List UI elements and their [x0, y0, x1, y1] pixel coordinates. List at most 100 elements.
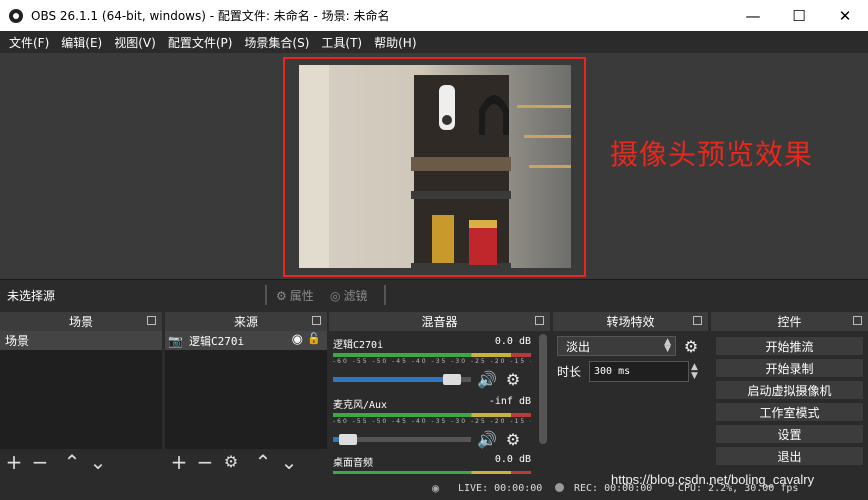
duration-input[interactable]: 300 ms — [589, 361, 690, 382]
lock-icon[interactable]: 🔓 — [307, 332, 321, 345]
speaker-icon[interactable]: 🔊 — [477, 369, 497, 389]
menu-bar: 文件(F) 编辑(E) 视图(V) 配置文件(P) 场景集合(S) 工具(T) … — [0, 31, 868, 53]
exit-button[interactable]: 退出 — [715, 446, 864, 466]
channel-settings-gear-icon[interactable]: ⚙ — [503, 429, 523, 449]
mixer-dock-header: 混音器 ▫ — [329, 312, 550, 331]
remove-source-button[interactable]: − — [195, 452, 215, 472]
undock-icon[interactable]: ▫ — [312, 316, 321, 325]
camera-source-icon: 📷 — [168, 333, 183, 348]
scene-list-item[interactable]: 场景 — [0, 331, 162, 350]
settings-button[interactable]: 设置 — [715, 424, 864, 444]
filters-button[interactable]: ◎ 滤镜 — [330, 287, 368, 304]
minimize-button[interactable]: — — [730, 0, 776, 31]
watermark-url: https://blog.csdn.net/boling_cavalry — [611, 472, 815, 487]
volume-meter — [333, 413, 531, 417]
source-properties-gear-icon[interactable]: ⚙ — [221, 452, 241, 472]
source-name: 逻辑C270i — [188, 334, 245, 348]
studio-mode-button[interactable]: 工作室模式 — [715, 402, 864, 422]
volume-fill — [333, 376, 452, 382]
undock-icon[interactable]: ▫ — [853, 316, 862, 325]
preview-area[interactable]: 摄像头预览效果 — [0, 53, 868, 279]
mixer-channel: 麦克风/Aux -inf dB -60 -55 -50 -45 -40 -35 … — [333, 396, 531, 449]
sources-list: 📷 逻辑C270i ◉ 🔓 — [165, 331, 327, 449]
mixer-title: 混音器 — [421, 315, 458, 329]
scenes-toolbar: + − ⌃ ⌄ — [0, 449, 162, 475]
volume-slider[interactable] — [333, 433, 471, 445]
start-streaming-button[interactable]: 开始推流 — [715, 336, 864, 356]
no-source-selected-label: 未选择源 — [7, 288, 56, 303]
mixer-scrollbar[interactable] — [539, 334, 547, 444]
scenes-title: 场景 — [68, 315, 93, 329]
source-context-bar: 未选择源 ⚙ 属性 ◎ 滤镜 — [0, 279, 868, 310]
source-list-item[interactable]: 📷 逻辑C270i ◉ 🔓 — [165, 331, 327, 350]
menu-view[interactable]: 视图(V) — [108, 34, 162, 51]
volume-slider[interactable] — [333, 373, 471, 385]
transitions-title: 转场特效 — [606, 315, 655, 329]
move-up-button[interactable]: ⌃ — [62, 452, 82, 472]
sources-dock-header: 来源 ▫ — [165, 312, 327, 331]
menu-scene-collection[interactable]: 场景集合(S) — [238, 34, 315, 51]
transitions-dock: 转场特效 ▫ 淡出 ▲▼ ⚙ 时长 300 ms ▲▼ — [553, 312, 708, 475]
duration-row: 时长 300 ms ▲ ▼ — [557, 361, 698, 382]
meter-scale: -60 -55 -50 -45 -40 -35 -30 -25 -20 -15 … — [333, 418, 531, 425]
menu-edit[interactable]: 编辑(E) — [55, 34, 108, 51]
controls-dock: 控件 ▫ 开始推流 开始录制 启动虚拟摄像机 工作室模式 设置 退出 — [711, 312, 868, 475]
start-recording-button[interactable]: 开始录制 — [715, 358, 864, 378]
undock-icon[interactable]: ▫ — [147, 316, 156, 325]
live-broadcast-icon: ◉ — [432, 481, 440, 495]
window-controls: — ☐ ✕ — [730, 0, 868, 31]
gear-icon: ⚙ — [276, 288, 287, 303]
scenes-dock: 场景 ▫ 场景 + − ⌃ ⌄ — [0, 312, 162, 475]
volume-meter — [333, 353, 531, 357]
controls-dock-header: 控件 ▫ — [711, 312, 868, 331]
duration-value: 300 ms — [594, 366, 631, 377]
mixer-channel: 逻辑C270i 0.0 dB -60 -55 -50 -45 -40 -35 -… — [333, 336, 531, 389]
undock-icon[interactable]: ▫ — [535, 316, 544, 325]
mixer-channel: 桌面音频 0.0 dB -60 -55 -50 -45 -40 -35 -30 … — [333, 454, 531, 474]
add-source-button[interactable]: + — [169, 452, 189, 472]
maximize-button[interactable]: ☐ — [776, 0, 822, 31]
channel-db: 0.0 dB — [494, 336, 531, 347]
move-down-button[interactable]: ⌄ — [279, 452, 299, 472]
sources-dock: 来源 ▫ 📷 逻辑C270i ◉ 🔓 + − ⚙ ⌃ ⌄ — [165, 312, 327, 475]
divider — [265, 285, 267, 305]
scene-name: 场景 — [5, 334, 30, 348]
dropdown-arrows-icon: ▲ ▼ — [664, 337, 671, 354]
menu-help[interactable]: 帮助(H) — [368, 34, 422, 51]
scenes-list: 场景 — [0, 331, 162, 449]
move-up-button[interactable]: ⌃ — [253, 452, 273, 472]
start-virtual-camera-button[interactable]: 启动虚拟摄像机 — [715, 380, 864, 400]
move-down-button[interactable]: ⌄ — [88, 452, 108, 472]
record-dot-icon — [555, 483, 564, 495]
meter-scale: -60 -55 -50 -45 -40 -35 -30 -25 -20 -15 … — [333, 358, 531, 365]
duration-spinner-icon[interactable]: ▲ ▼ — [691, 362, 698, 381]
preview-annotation: 摄像头预览效果 — [610, 138, 814, 171]
add-scene-button[interactable]: + — [4, 452, 24, 472]
filters-icon: ◎ — [330, 288, 341, 303]
camera-preview-image — [299, 65, 571, 268]
sources-toolbar: + − ⚙ ⌃ ⌄ — [165, 449, 327, 475]
visibility-eye-icon[interactable]: ◉ — [292, 332, 303, 347]
remove-scene-button[interactable]: − — [30, 452, 50, 472]
menu-file[interactable]: 文件(F) — [3, 34, 55, 51]
volume-handle[interactable] — [443, 373, 461, 385]
menu-profile[interactable]: 配置文件(P) — [162, 34, 239, 51]
close-button[interactable]: ✕ — [822, 0, 868, 31]
volume-handle[interactable] — [339, 433, 357, 445]
title-bar: OBS 26.1.1 (64-bit, windows) - 配置文件: 未命名… — [0, 0, 868, 31]
obs-logo-icon — [9, 8, 23, 23]
scenes-dock-header: 场景 ▫ — [0, 312, 162, 331]
properties-label: 属性 — [289, 289, 314, 303]
speaker-icon[interactable]: 🔊 — [477, 429, 497, 449]
transitions-dock-header: 转场特效 ▫ — [553, 312, 708, 331]
channel-settings-gear-icon[interactable]: ⚙ — [503, 369, 523, 389]
menu-tools[interactable]: 工具(T) — [315, 34, 368, 51]
transition-selected-value: 淡出 — [566, 339, 591, 354]
divider — [384, 285, 386, 305]
undock-icon[interactable]: ▫ — [693, 316, 702, 325]
channel-name: 麦克风/Aux — [333, 400, 388, 411]
sources-title: 来源 — [233, 315, 258, 329]
properties-button[interactable]: ⚙ 属性 — [276, 287, 314, 304]
transition-settings-gear-icon[interactable]: ⚙ — [681, 336, 701, 356]
transition-select[interactable]: 淡出 ▲ ▼ — [557, 336, 676, 356]
